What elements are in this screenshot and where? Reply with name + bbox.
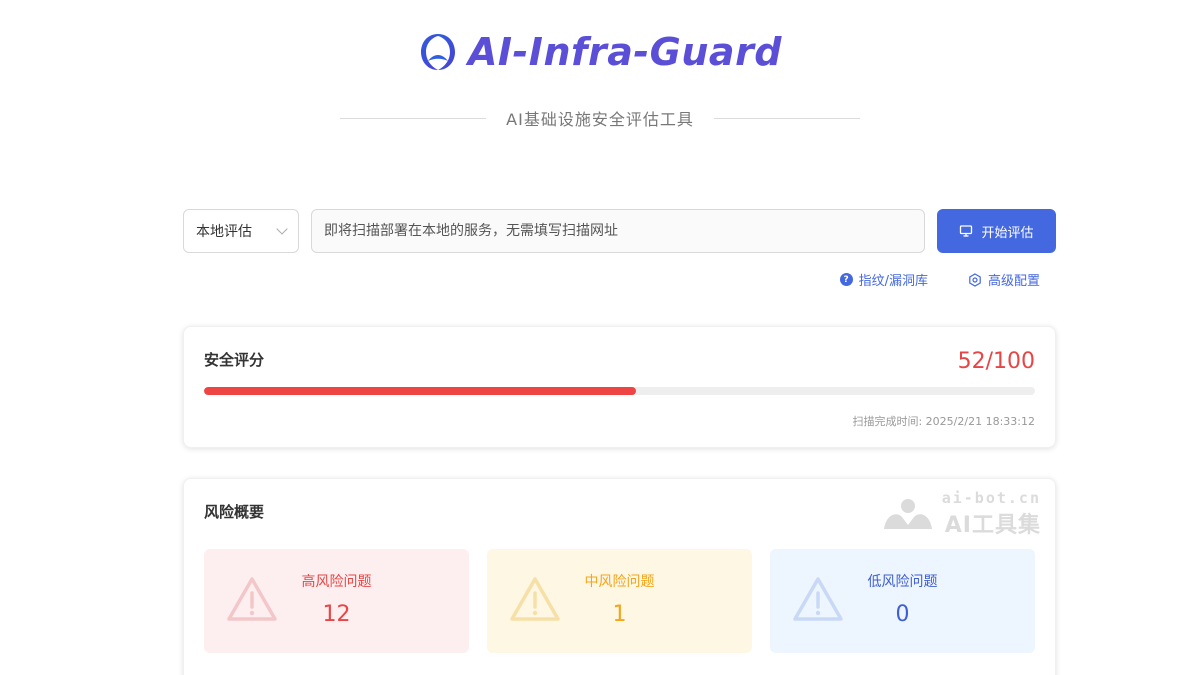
scan-completed-time: 扫描完成时间: 2025/2/21 18:33:12 [852,415,1035,428]
medium-risk-count: 1 [612,602,627,627]
advanced-config-link[interactable]: 高级配置 [968,270,1040,289]
subtitle-row: AI基础设施安全评估工具 [0,106,1200,130]
risk-overview-title: 风险概要 [204,503,265,521]
security-score-title: 安全评分 [204,351,265,369]
scan-target-input[interactable] [311,209,925,253]
tool-links: ? 指纹/漏洞库 高级配置 [839,270,1040,289]
app-header: AI-Infra-Guard [0,30,1200,74]
high-risk-count: 12 [322,602,351,627]
scan-mode-value: 本地评估 [196,224,252,240]
high-risk-tile[interactable]: 高风险问题 12 [204,549,469,653]
low-risk-label: 低风险问题 [867,574,938,590]
help-icon: ? [839,273,853,286]
fingerprint-vuln-db-link[interactable]: ? 指纹/漏洞库 [839,270,928,289]
gear-icon [969,272,981,287]
app-logo-text: AI-Infra-Guard [467,30,783,74]
low-risk-tile[interactable]: 低风险问题 0 [770,549,1035,653]
medium-risk-tile[interactable]: 中风险问题 1 [487,549,752,653]
fingerprint-vuln-db-label: 指纹/漏洞库 [858,274,928,289]
start-assessment-button[interactable]: 开始评估 [937,209,1056,253]
app-subtitle: AI基础设施安全评估工具 [506,110,694,129]
advanced-config-label: 高级配置 [987,274,1040,289]
monitor-icon [960,225,973,237]
medium-risk-label: 中风险问题 [584,574,655,590]
low-risk-count: 0 [895,602,910,627]
divider-right [713,117,860,119]
security-score-progress-fill [204,387,637,395]
security-score-value: 52/100 [957,349,1035,374]
watermark: ai-bot.cn AI工具集 [882,489,1041,539]
watermark-url: ai-bot.cn [941,489,1041,507]
chevron-down-icon [276,223,288,235]
risk-tiles: 高风险问题 12 中风险问题 1 低风险问题 0 [204,549,1035,653]
scan-mode-select[interactable]: 本地评估 [183,209,299,253]
watermark-logo-icon [883,499,932,529]
shield-orbit-icon [420,34,455,70]
watermark-name: AI工具集 [944,513,1041,538]
start-assessment-label: 开始评估 [981,225,1034,241]
divider-left [340,117,487,119]
security-score-progress [204,387,1035,395]
security-score-card: 安全评分 52/100 扫描完成时间: 2025/2/21 18:33:12 [183,326,1056,448]
high-risk-label: 高风险问题 [301,574,372,590]
scan-form: 本地评估 开始评估 [183,209,1056,253]
risk-overview-card: 风险概要 ai-bot.cn AI工具集 高风险问题 12 中风险问题 1 低风… [183,478,1056,675]
